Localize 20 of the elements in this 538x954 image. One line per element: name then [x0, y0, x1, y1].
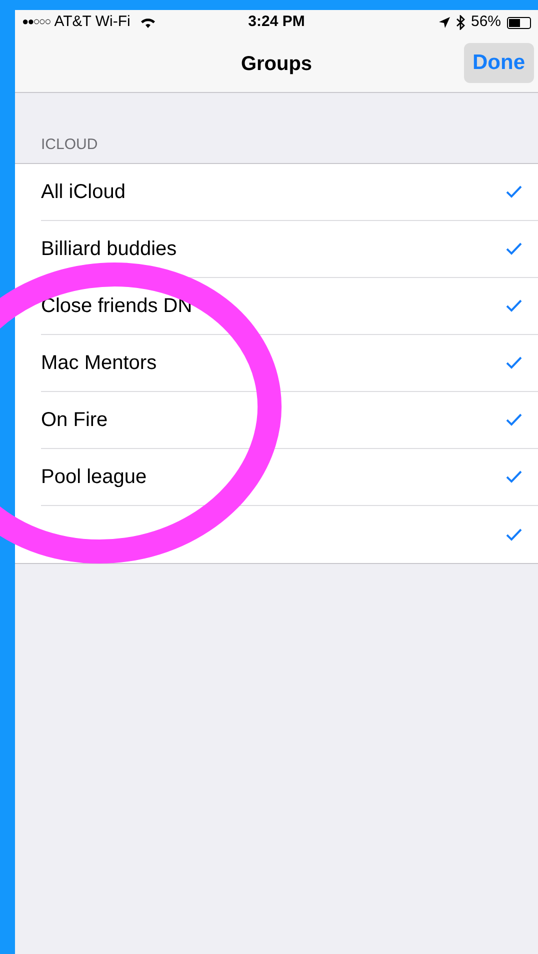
signal-strength: ●●○○○: [22, 15, 50, 30]
group-name: Billiard buddies: [41, 236, 178, 262]
location-arrow-icon: [438, 17, 450, 28]
group-row[interactable]: Pool league: [15, 448, 538, 506]
group-row[interactable]: Billiard buddies: [15, 220, 538, 278]
nav-title: Groups: [240, 52, 312, 76]
group-name: All iCloud: [41, 180, 126, 204]
battery-icon: [507, 16, 532, 28]
group-row[interactable]: Mac Mentors: [15, 334, 538, 392]
group-row[interactable]: All iCloud: [15, 164, 538, 220]
battery-percentage: 56%: [470, 12, 502, 32]
carrier-name: AT&T Wi-Fi: [54, 12, 130, 32]
bluetooth-icon: [456, 15, 465, 30]
group-name: Pool league: [41, 464, 148, 490]
section-header: ICLOUD: [41, 135, 99, 155]
wifi-icon: [140, 16, 156, 28]
group-name: On Fire: [41, 408, 109, 432]
status-time: 3:24 PM: [248, 12, 305, 32]
group-row[interactable]: On Fire: [15, 392, 538, 448]
group-name: Mac Mentors: [41, 350, 158, 376]
